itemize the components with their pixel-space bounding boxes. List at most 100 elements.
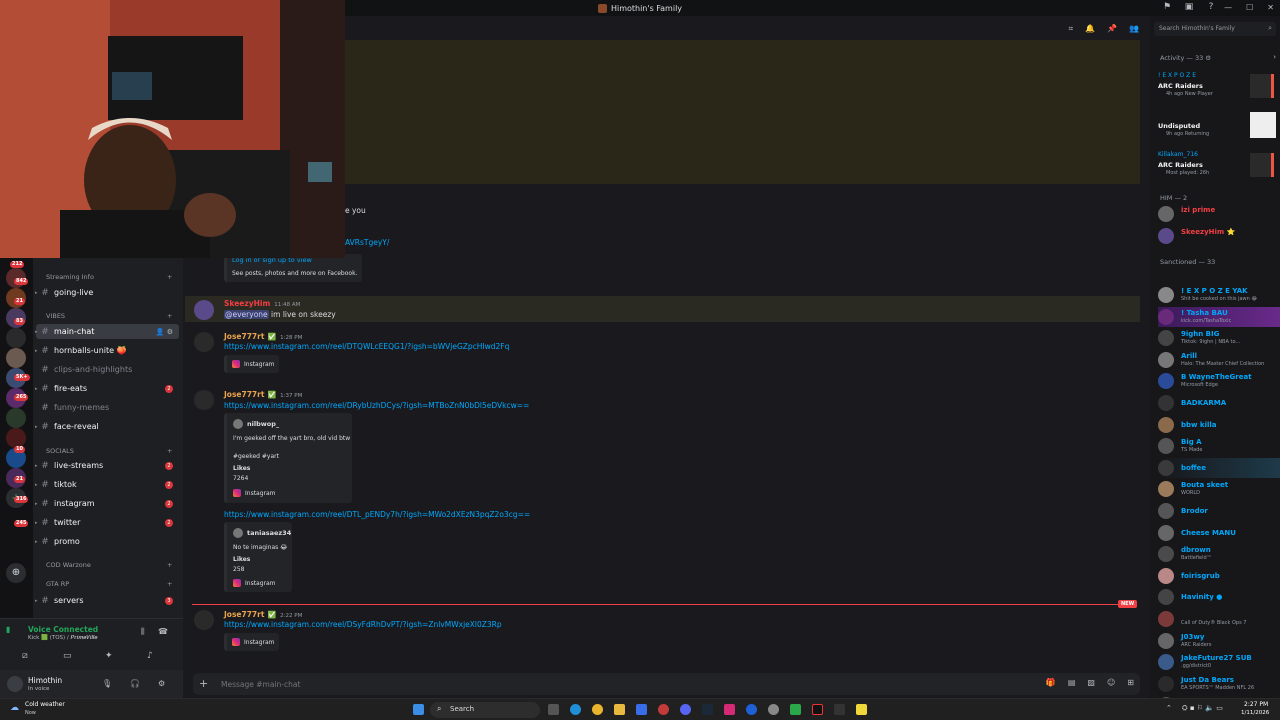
channel-twitter[interactable]: ▸ # twitter 2 [35, 515, 179, 530]
search-box[interactable]: Search Himothin's Family ⌕ [1154, 22, 1276, 36]
pin-icon[interactable]: 📌 [1107, 24, 1117, 34]
server-icon[interactable] [6, 348, 26, 368]
server-icon[interactable] [6, 428, 26, 448]
channel-promo[interactable]: ▸ # promo [35, 534, 179, 549]
member-item[interactable]: Havinity ● [1158, 587, 1280, 607]
inbox-icon[interactable]: ⚑ [1162, 2, 1172, 12]
member-item[interactable]: bbw killa [1158, 415, 1280, 435]
channel-funny-memes[interactable]: # funny-memes [36, 400, 179, 415]
steam-icon[interactable] [702, 704, 713, 715]
channel-live-streams[interactable]: ▸ # live-streams 2 [35, 458, 179, 473]
discover-icon[interactable]: ⊕ [6, 563, 26, 583]
camera-off-icon[interactable]: ⧄ [22, 651, 28, 661]
minimize-button[interactable]: — [1224, 0, 1232, 16]
clock-time[interactable]: 2:27 PM [1244, 701, 1268, 708]
username[interactable]: Himothin [28, 676, 62, 685]
message-author[interactable]: SkeezyHim [224, 299, 270, 308]
tray-icons[interactable]: ⛭ ▪ ⚐ 🔈 ▭ [1182, 704, 1223, 713]
server-icon[interactable] [6, 408, 26, 428]
instagram-embed[interactable]: Instagram [224, 355, 279, 373]
message-author[interactable]: Jose777rt [224, 332, 264, 341]
member-item[interactable]: J03wy ARC Raiders [1158, 631, 1280, 651]
embed-author[interactable]: taniasaez34 [247, 529, 291, 537]
member-item[interactable]: Call of Duty® Black Ops 7 [1158, 609, 1280, 629]
channel-fire-eats[interactable]: ▸ # fire-eats 2 [35, 381, 179, 396]
category-vibes[interactable]: VIBES + [46, 312, 172, 320]
search-input[interactable]: Search Himothin's Family [1159, 25, 1235, 32]
member-item[interactable]: Just Da Bears EA SPORTS™ Madden NFL 26 [1158, 674, 1280, 694]
chrome-icon[interactable] [592, 704, 603, 715]
emoji-icon[interactable]: ☺ [1107, 678, 1115, 687]
message-link[interactable]: https://www.instagram.com/reel/DRybUzhDC… [224, 401, 529, 410]
category-streaming-info[interactable]: Streaming Info + [46, 273, 172, 281]
settings-icon[interactable] [768, 704, 779, 715]
member-item[interactable]: JakeFuture27 SUB .gg/district0 [1158, 652, 1280, 672]
member-item[interactable]: Bouta skeet WORLD [1158, 479, 1280, 499]
bell-icon[interactable]: 🔔 [1085, 24, 1095, 34]
clock-date[interactable]: 1/11/2026 [1241, 710, 1269, 716]
instagram-embed[interactable]: nilbwop_ I'm geeked off the yart bro, ol… [224, 413, 352, 503]
member-item[interactable]: Big A TS Made [1158, 436, 1280, 456]
voice-channel[interactable]: Kick 🟩 (TOS) / 𝑷𝒓𝒊𝒎𝒆𝑽𝒊𝒍𝒍𝒆 [28, 635, 98, 642]
screen-share-icon[interactable]: ▭ [63, 651, 72, 661]
member-item[interactable]: izi prime [1158, 204, 1280, 224]
gif-icon[interactable]: ▤ [1068, 678, 1076, 687]
voice-status[interactable]: Voice Connected [28, 625, 98, 634]
file-explorer-icon[interactable] [614, 704, 625, 715]
member-item[interactable]: Cheese MANU [1158, 523, 1280, 543]
member-item[interactable]: foirisgrub [1158, 566, 1280, 586]
app-icon[interactable] [746, 704, 757, 715]
help-icon[interactable]: ? [1206, 2, 1216, 12]
member-item[interactable]: Brodor [1158, 501, 1280, 521]
member-item[interactable]: Arill Halo: The Master Chief Collection [1158, 350, 1280, 370]
channel-instagram[interactable]: ▸ # instagram 2 [35, 496, 179, 511]
tray-chevron-icon[interactable]: ⌃ [1166, 704, 1172, 712]
member-item[interactable]: BADKARMA [1158, 393, 1280, 413]
channel-servers[interactable]: ▸ # servers 3 [35, 593, 179, 608]
category-gta-rp[interactable]: GTA RP + [46, 580, 172, 588]
chevron-right-icon[interactable]: › [1273, 53, 1276, 61]
add-channel-icon[interactable]: + [167, 447, 172, 455]
edge-icon[interactable] [570, 704, 581, 715]
maximize-button[interactable]: ☐ [1246, 0, 1253, 16]
activity-card[interactable]: Killakam_716 ARC Raiders Most played: 26… [1158, 151, 1280, 181]
members-icon[interactable]: 👥 [1129, 24, 1139, 34]
soundboard-icon[interactable]: ♪ [147, 651, 153, 661]
disconnect-icon[interactable]: ☎ [158, 627, 168, 636]
channel-going-live[interactable]: ▸ # going-live [35, 285, 179, 300]
member-item[interactable]: SkeezyHim ⭐ [1158, 226, 1280, 246]
activity-card[interactable]: ! E X P O Z E ARC Raiders 4h ago New Pla… [1158, 72, 1280, 102]
threads-icon[interactable]: ⌗ [1069, 24, 1074, 34]
apps-icon[interactable]: ⊞ [1127, 678, 1134, 687]
member-item[interactable]: ! E X P O Z E YAK Shit be cooked on this … [1158, 285, 1280, 305]
embed-author[interactable]: nilbwop_ [247, 420, 279, 428]
mic-icon[interactable]: 🎙 [102, 679, 112, 688]
member-item[interactable]: ! Tasha BAU kick.com/TashaToxic [1158, 306, 1280, 327]
member-item[interactable]: dbrown Battlefield™ [1158, 544, 1280, 564]
message-link[interactable]: https://www.instagram.com/reel/DTQWLcEEQ… [224, 342, 509, 351]
message-link[interactable]: https://www.instagram.com/reel/DTL_pENDy… [224, 510, 530, 519]
add-channel-icon[interactable]: + [167, 312, 172, 320]
channel-hornballs-unite[interactable]: ▸ # hornballs-unite 🍑 [35, 343, 179, 358]
sticky-notes-icon[interactable] [856, 704, 867, 715]
noise-icon[interactable]: ⫼ [141, 627, 145, 637]
message-link[interactable]: https://www.instagram.com/reel/DSyFdRhDv… [224, 620, 502, 629]
screen-icon[interactable]: ▣ [1184, 2, 1194, 12]
message-author[interactable]: Jose777rt [224, 610, 264, 619]
instagram-icon[interactable] [724, 704, 735, 715]
discord-icon[interactable] [680, 704, 691, 715]
taskbar-search[interactable]: ⌕ Search [430, 702, 540, 718]
mention-everyone[interactable]: @everyone [224, 310, 269, 319]
add-channel-icon[interactable]: + [167, 561, 172, 569]
avatar[interactable] [194, 390, 214, 410]
windows-start-icon[interactable] [413, 704, 424, 715]
category-socials[interactable]: SOCIALS + [46, 447, 172, 455]
channel-main-chat[interactable]: ▸ # main-chat 👤 ⚙ [35, 324, 179, 339]
gift-icon[interactable]: 🎁 [1046, 678, 1056, 687]
member-item[interactable]: 9ighn BIG Tiktok: 9ighn | NBA to... [1158, 328, 1280, 348]
message-input[interactable] [221, 677, 981, 691]
instagram-embed[interactable]: Instagram [224, 633, 279, 651]
message-link[interactable]: AVRsTgeyY/ [345, 238, 389, 247]
close-button[interactable]: ✕ [1267, 0, 1274, 16]
member-item[interactable]: B WayneTheGreat Microsoft Edge [1158, 371, 1280, 391]
